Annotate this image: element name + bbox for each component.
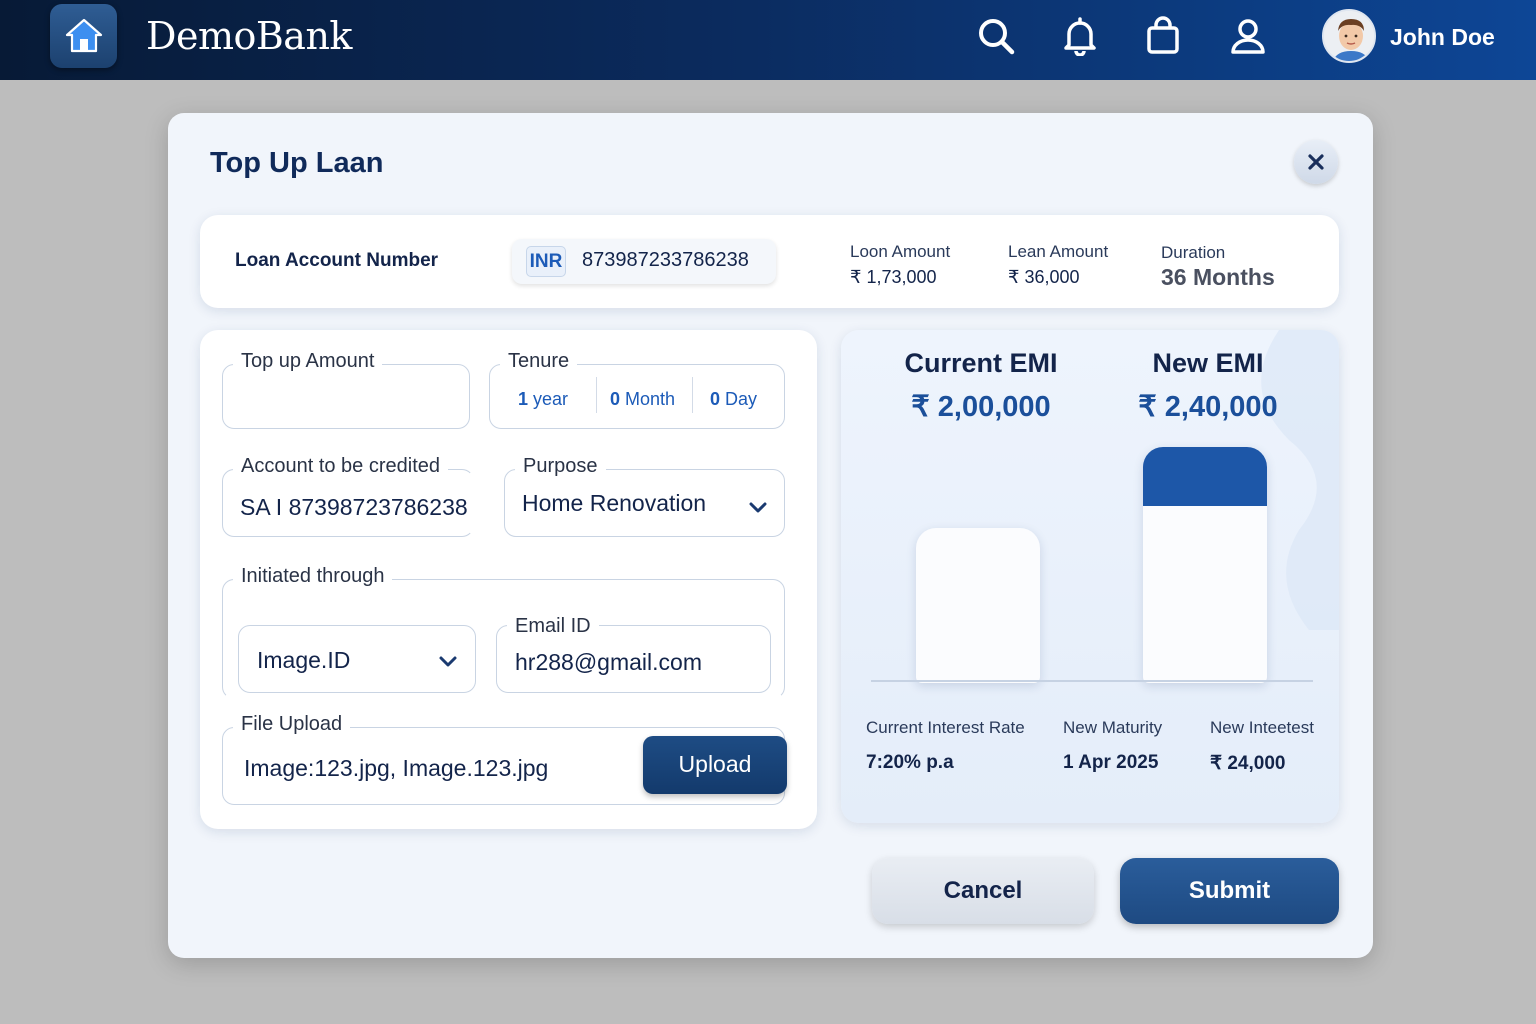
stat-label: Loon Amount [850, 242, 951, 261]
new-emi: New EMI ₹ 2,40,000 [1108, 348, 1308, 424]
avatar-image [1324, 11, 1374, 61]
top-up-loan-modal: Top Up Laan Loan Account Number INR 8739… [168, 113, 1373, 958]
purpose-value: Home Renovation [522, 490, 707, 516]
tenure-year[interactable]: 1 year [518, 389, 568, 410]
avatar[interactable] [1322, 9, 1376, 63]
account-credited-field[interactable]: Account to be credited SA I 873987237862… [222, 455, 474, 537]
current-emi: Current EMI ₹ 2,00,000 [881, 348, 1081, 424]
top-up-form: Top up Amount Tenure 1 year 0 Month 0 Da… [200, 330, 817, 829]
chart-baseline [871, 680, 1313, 682]
field-label: File Upload [233, 713, 351, 736]
lean-amount-stat: Lean Amount ₹ 36,000 [1008, 242, 1108, 288]
field-label: Top up Amount [233, 350, 383, 373]
current-emi-title: Current EMI [904, 348, 1058, 378]
stat-value: 1 Apr 2025 [1063, 752, 1159, 773]
divider [596, 377, 597, 413]
loan-account-chip: INR 873987233786238 [512, 239, 776, 284]
new-emi-bar-highlight [1143, 447, 1267, 506]
initiated-through-value: Image.ID [257, 647, 351, 673]
stat-label: New Inteetest [1210, 718, 1314, 737]
account-credited-value[interactable]: SA I 87398723786238 [240, 494, 468, 521]
currency-badge: INR [526, 246, 566, 277]
emi-comparison-card: Current EMI ₹ 2,00,000 New EMI ₹ 2,40,00… [841, 330, 1339, 823]
topup-amount-field[interactable]: Top up Amount [222, 350, 470, 429]
modal-title: Top Up Laan [210, 147, 384, 179]
tenure-day[interactable]: 0 Day [710, 389, 757, 410]
email-field[interactable]: Email ID hr288@gmail.com [496, 615, 771, 693]
search-button[interactable] [974, 14, 1018, 58]
top-navbar: DemoBank John Doe [0, 0, 1536, 80]
profile-button[interactable] [1226, 14, 1270, 58]
cart-button[interactable] [1141, 14, 1185, 58]
initiated-through-group: Initiated through Image.ID Email ID hr28… [222, 565, 785, 699]
home-icon [65, 18, 102, 53]
close-button[interactable] [1294, 140, 1338, 184]
new-emi-value: ₹ 2,40,000 [1138, 391, 1278, 423]
initiated-through-select[interactable]: Image.ID [238, 625, 476, 693]
stat-value: 7:20% p.a [866, 752, 954, 773]
cancel-button[interactable]: Cancel [872, 858, 1094, 924]
stat-value: ₹ 36,000 [1008, 267, 1080, 287]
stat-label: Lean Amount [1008, 242, 1109, 261]
search-icon [979, 19, 1015, 55]
new-maturity: New Maturity 1 Apr 2025 [1063, 718, 1162, 774]
new-interest: New Inteetest ₹ 24,000 [1210, 718, 1314, 775]
stat-value: 36 Months [1161, 264, 1275, 290]
close-icon [1308, 154, 1324, 170]
stat-value: ₹ 1,73,000 [850, 267, 937, 287]
uploaded-files: Image:123.jpg, Image.123.jpg [244, 755, 549, 781]
notifications-button[interactable] [1058, 14, 1102, 58]
loan-account-label: Loan Account Number [235, 250, 439, 271]
shopping-bag-icon [1147, 16, 1179, 54]
email-value[interactable]: hr288@gmail.com [515, 649, 702, 676]
tenure-field: Tenure 1 year 0 Month 0 Day [489, 350, 785, 429]
field-label: Tenure [500, 350, 578, 373]
new-emi-bar [1143, 447, 1267, 683]
new-emi-title: New EMI [1152, 348, 1264, 378]
field-label: Account to be credited [233, 455, 449, 478]
brand-name: DemoBank [146, 14, 352, 58]
tenure-month[interactable]: 0 Month [610, 389, 675, 410]
upload-button[interactable]: Upload [643, 736, 787, 794]
loan-amount-stat: Loon Amount ₹ 1,73,000 [850, 242, 950, 288]
field-label: Purpose [515, 455, 606, 478]
current-emi-bar [916, 528, 1040, 683]
chevron-down-icon [749, 502, 767, 513]
purpose-select[interactable]: Purpose Home Renovation [504, 455, 785, 537]
chevron-down-icon [439, 656, 457, 667]
loan-info-card: Loan Account Number INR 873987233786238 … [200, 215, 1339, 308]
bell-icon [1064, 17, 1096, 56]
file-upload-field: File Upload Image:123.jpg, Image.123.jpg… [222, 713, 787, 805]
username[interactable]: John Doe [1390, 24, 1495, 51]
stat-label: Duration [1161, 243, 1226, 262]
duration-stat: Duration 36 Months [1161, 243, 1275, 291]
user-icon [1231, 19, 1265, 54]
submit-button[interactable]: Submit [1120, 858, 1339, 924]
current-interest-rate: Current Interest Rate 7:20% p.a [866, 718, 1025, 774]
divider [692, 377, 693, 413]
field-label: Email ID [507, 615, 599, 638]
current-emi-value: ₹ 2,00,000 [911, 391, 1051, 423]
home-button[interactable] [50, 4, 117, 68]
stat-label: New Maturity [1063, 718, 1163, 737]
stat-value: ₹ 24,000 [1210, 753, 1286, 774]
loan-account-number: 873987233786238 [582, 249, 749, 271]
stat-label: Current Interest Rate [866, 718, 1025, 737]
field-label: Initiated through [233, 565, 393, 588]
